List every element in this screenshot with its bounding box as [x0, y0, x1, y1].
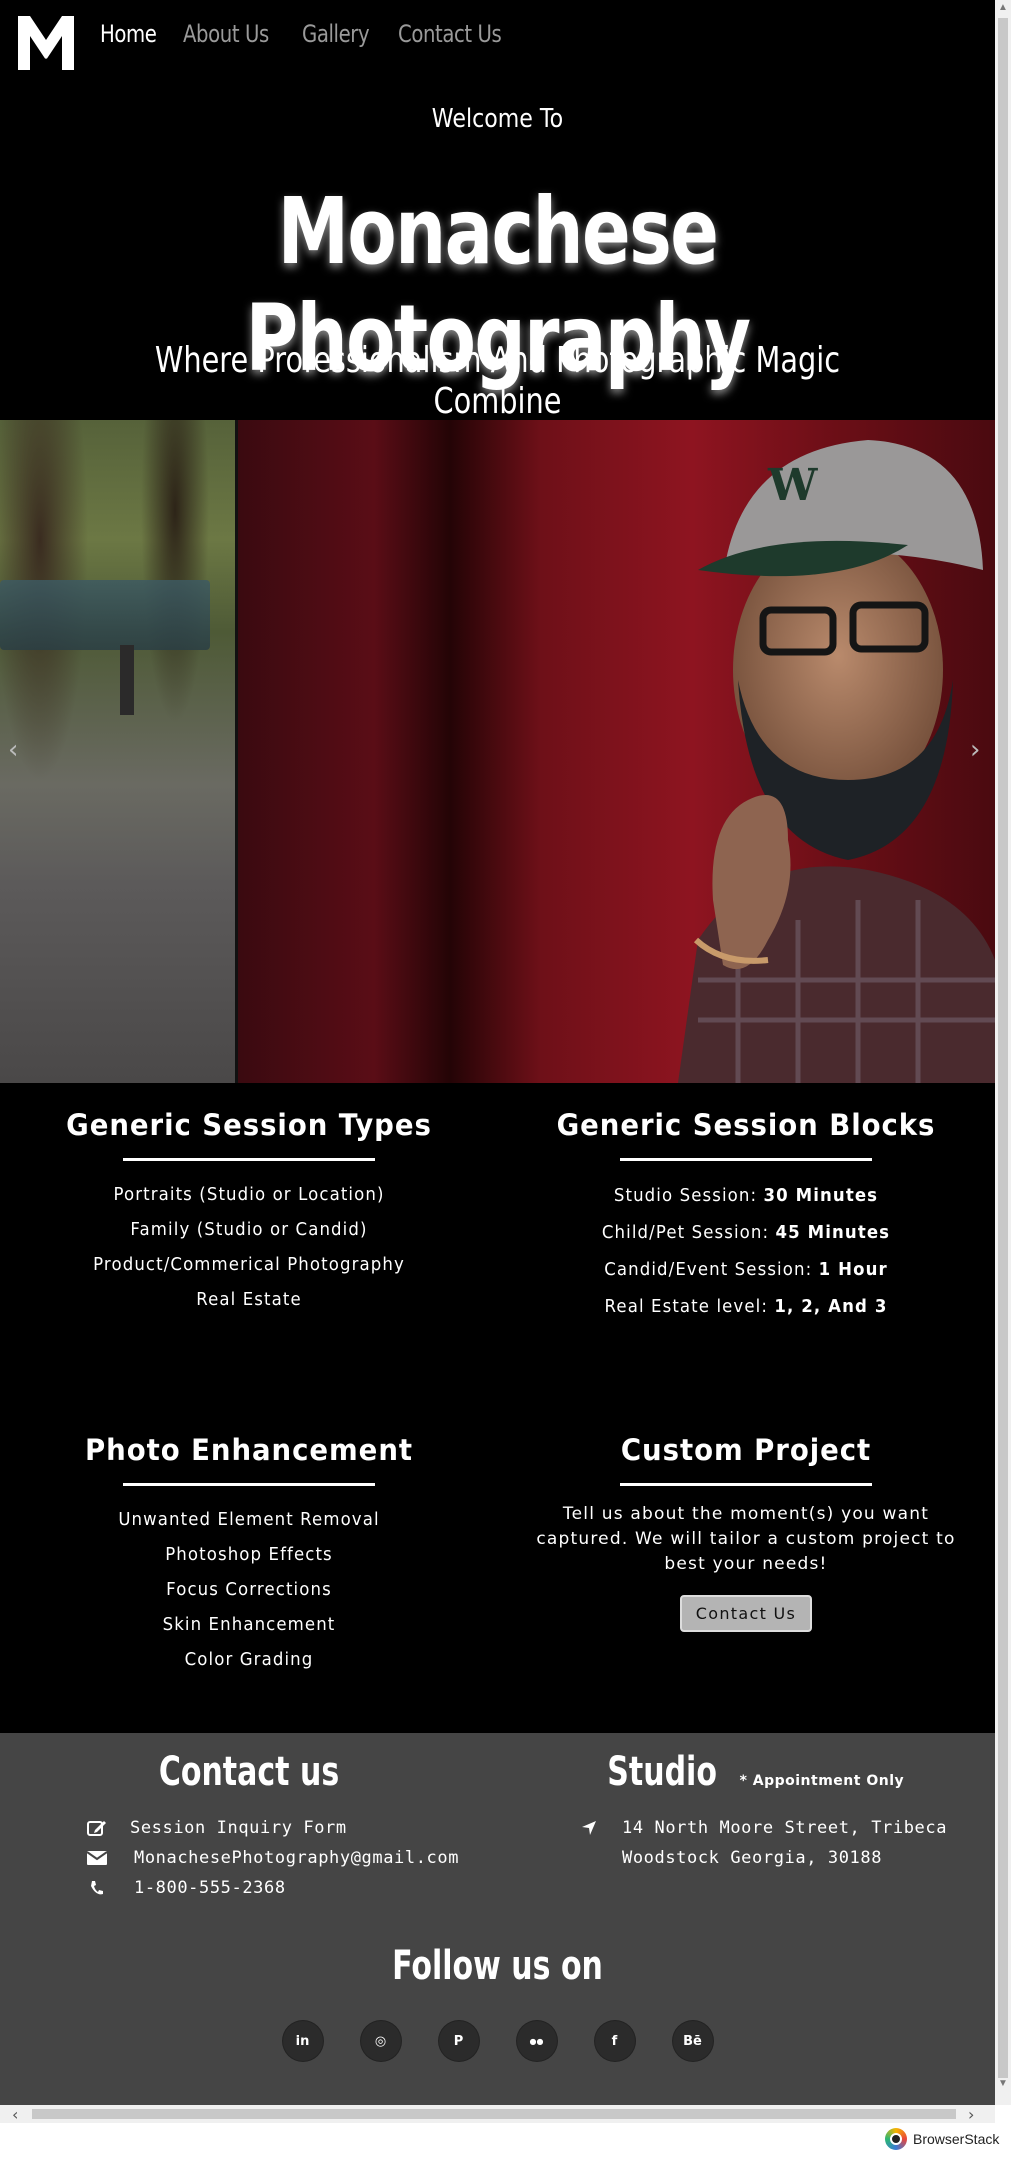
- address-line-1: 14 North Moore Street, Tribeca: [622, 1818, 948, 1838]
- nav-links: Home About Us Gallery Contact Us: [100, 20, 524, 48]
- contact-us-button[interactable]: Contact Us: [679, 1595, 813, 1632]
- session-types-section: Generic Session Types Portraits (Studio …: [0, 1108, 498, 1317]
- nav-gallery[interactable]: Gallery: [302, 20, 370, 48]
- portrait-photo: W: [678, 440, 995, 1083]
- phone-icon: [86, 1878, 108, 1898]
- section-underline: [123, 1483, 375, 1486]
- contact-title: Contact us: [158, 1749, 340, 1795]
- facebook-icon[interactable]: f: [594, 2021, 635, 2061]
- list-item: Focus Corrections: [166, 1579, 332, 1600]
- list-item: Family (Studio or Candid): [130, 1219, 368, 1240]
- scroll-down-icon[interactable]: ▼: [998, 2078, 1008, 2090]
- hero-welcome: Welcome To: [431, 104, 564, 134]
- social-links: in ◎ P ●● f Bē: [0, 2021, 995, 2061]
- logo-icon[interactable]: [16, 12, 76, 72]
- svg-text:W: W: [767, 460, 818, 511]
- linkedin-icon[interactable]: in: [282, 2021, 323, 2061]
- list-item: Portraits (Studio or Location): [113, 1184, 385, 1205]
- page: Home About Us Gallery Contact Us Welcome…: [0, 0, 995, 2105]
- list-item: Studio Session: 30 Minutes: [613, 1185, 879, 1206]
- footer-contact: Contact us Session Inquiry Form Monaches…: [0, 1749, 498, 1903]
- behance-icon[interactable]: Bē: [672, 2021, 713, 2061]
- list-item: Candid/Event Session: 1 Hour: [604, 1259, 888, 1280]
- nav-about[interactable]: About Us: [183, 20, 269, 48]
- nav-home[interactable]: Home: [100, 20, 157, 48]
- section-underline: [620, 1158, 872, 1161]
- follow-heading: Follow us on: [0, 1943, 995, 1989]
- address-line-2: Woodstock Georgia, 30188: [622, 1848, 883, 1868]
- scroll-right-icon[interactable]: ›: [968, 2105, 974, 2124]
- list-item: Color Grading: [184, 1649, 314, 1670]
- horizontal-scrollbar[interactable]: ‹ ›: [0, 2105, 995, 2124]
- session-types-title: Generic Session Types: [66, 1108, 432, 1142]
- custom-project-text: Tell us about the moment(s) you want cap…: [536, 1504, 956, 1574]
- nav-contact[interactable]: Contact Us: [398, 20, 502, 48]
- section-underline: [620, 1483, 872, 1486]
- hero-tagline: Where Professionalism And Photographic M…: [154, 340, 841, 422]
- custom-project-title: Custom Project: [620, 1433, 872, 1467]
- address-row-2: Woodstock Georgia, 30188: [578, 1843, 995, 1873]
- phone-text: 1-800-555-2368: [134, 1878, 286, 1898]
- session-blocks-section: Generic Session Blocks Studio Session: 3…: [497, 1108, 995, 1325]
- list-item: Photoshop Effects: [165, 1544, 333, 1565]
- list-item: Skin Enhancement: [162, 1614, 336, 1635]
- list-item: Product/Commerical Photography: [93, 1254, 405, 1275]
- chevron-left-icon: ‹: [8, 735, 19, 765]
- image-carousel[interactable]: W ‹ ›: [0, 420, 995, 1083]
- carousel-next-button[interactable]: ›: [970, 735, 980, 765]
- browserstack-label: BrowserStack: [913, 2131, 1000, 2147]
- browserstack-logo-icon: [885, 2128, 907, 2150]
- address-row: 14 North Moore Street, Tribeca: [578, 1813, 995, 1843]
- section-underline: [123, 1158, 375, 1161]
- list-item: Real Estate: [196, 1289, 302, 1310]
- scroll-up-icon[interactable]: ▲: [998, 2, 1008, 14]
- bench-shape: [0, 580, 210, 650]
- edit-icon: [86, 1818, 108, 1838]
- chevron-right-icon: ›: [970, 735, 981, 765]
- photo-enhancement-title: Photo Enhancement: [84, 1433, 414, 1467]
- session-blocks-list: Studio Session: 30 Minutes Child/Pet Ses…: [497, 1177, 995, 1325]
- bench-leg: [120, 645, 134, 715]
- session-blocks-title: Generic Session Blocks: [556, 1108, 936, 1142]
- phone-link[interactable]: 1-800-555-2368: [86, 1873, 498, 1903]
- appointment-note: * Appointment Only: [739, 1773, 905, 1789]
- vertical-scrollbar[interactable]: ▲ ▼: [995, 0, 1011, 2105]
- flickr-icon[interactable]: ●●: [516, 2021, 557, 2061]
- inquiry-form-link[interactable]: Session Inquiry Form: [86, 1813, 498, 1843]
- footer-studio: Studio * Appointment Only 14 North Moore…: [498, 1749, 995, 1873]
- list-item: Child/Pet Session: 45 Minutes: [601, 1222, 891, 1243]
- email-link[interactable]: MonachesePhotography@gmail.com: [86, 1843, 498, 1873]
- vertical-scroll-thumb[interactable]: [998, 18, 1008, 2078]
- spacer-icon: [578, 1848, 600, 1868]
- studio-heading: Studio * Appointment Only: [498, 1749, 995, 1795]
- carousel-slide-current: W: [238, 420, 995, 1083]
- session-types-list: Portraits (Studio or Location) Family (S…: [0, 1177, 498, 1317]
- follow-title: Follow us on: [392, 1943, 603, 1989]
- inquiry-form-text: Session Inquiry Form: [130, 1818, 347, 1838]
- carousel-prev-button[interactable]: ‹: [8, 735, 18, 765]
- location-arrow-icon: [578, 1818, 600, 1838]
- envelope-icon: [86, 1848, 108, 1868]
- photo-enhancement-section: Photo Enhancement Unwanted Element Remov…: [0, 1433, 498, 1677]
- photo-enhancement-list: Unwanted Element Removal Photoshop Effec…: [0, 1502, 498, 1677]
- horizontal-scroll-thumb[interactable]: [32, 2109, 956, 2119]
- list-item: Unwanted Element Removal: [118, 1509, 380, 1530]
- navbar: Home About Us Gallery Contact Us: [0, 0, 995, 84]
- footer: Contact us Session Inquiry Form Monaches…: [0, 1733, 995, 2105]
- custom-project-section: Custom Project Tell us about the moment(…: [497, 1433, 995, 1632]
- pinterest-icon[interactable]: P: [438, 2021, 479, 2061]
- scroll-left-icon[interactable]: ‹: [12, 2105, 18, 2124]
- instagram-icon[interactable]: ◎: [360, 2021, 401, 2061]
- list-item: Real Estate level: 1, 2, And 3: [604, 1296, 888, 1317]
- carousel-slide-previous: [0, 420, 235, 1083]
- browserstack-badge: BrowserStack: [885, 2128, 999, 2150]
- email-text: MonachesePhotography@gmail.com: [134, 1848, 460, 1868]
- studio-title: Studio: [607, 1749, 717, 1795]
